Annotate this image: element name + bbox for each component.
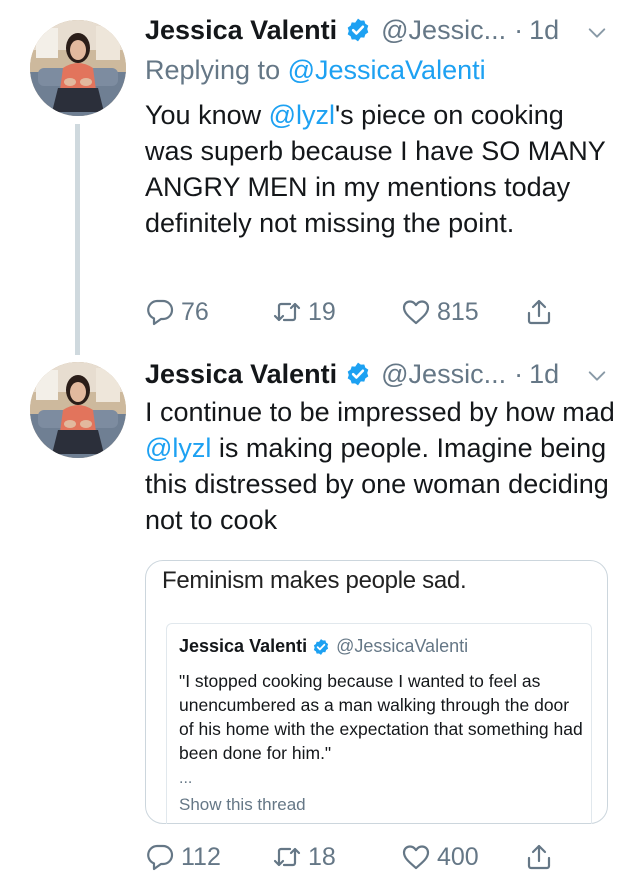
reply-count: 76 (181, 297, 209, 326)
tweet-actions: 76 19 815 (145, 297, 605, 333)
retweet-button[interactable]: 18 (272, 842, 336, 872)
thread-connector-line (75, 124, 80, 355)
retweet-icon (272, 842, 302, 872)
chevron-down-icon[interactable] (586, 22, 608, 44)
show-thread-link: Show this thread (179, 795, 306, 814)
reply-icon (145, 842, 175, 872)
tweet[interactable]: Jessica Valenti @Jessic... · 1d Replying… (0, 0, 640, 355)
tweet-text-part: You know (145, 100, 269, 130)
separator-dot: · (514, 358, 524, 389)
reply-count: 112 (181, 842, 221, 871)
replying-to: Replying to @JessicaValenti (145, 55, 486, 86)
author-name[interactable]: Jessica Valenti (145, 15, 337, 46)
timestamp[interactable]: 1d (529, 359, 559, 390)
share-button[interactable] (524, 842, 560, 872)
author-handle[interactable]: @Jessic... (381, 15, 506, 46)
share-button[interactable] (524, 297, 560, 327)
verified-badge-icon (345, 361, 371, 387)
like-icon (401, 842, 431, 872)
tweet-text: You know @lyzl's piece on cooking was su… (145, 97, 615, 241)
verified-badge-icon (345, 17, 371, 43)
embedded-ellipsis: ... (179, 770, 193, 787)
share-icon (524, 297, 554, 327)
avatar[interactable] (30, 20, 126, 116)
mention-link[interactable]: @lyzl (145, 433, 211, 463)
author-name[interactable]: Jessica Valenti (145, 359, 337, 390)
reply-button[interactable]: 76 (145, 297, 209, 327)
like-count: 815 (437, 297, 479, 326)
separator-dot: · (514, 14, 524, 45)
author-handle[interactable]: @Jessic... (381, 359, 506, 390)
chevron-down-icon[interactable] (586, 365, 608, 387)
tweet-actions: 112 18 400 (145, 842, 605, 878)
like-button[interactable]: 400 (401, 842, 479, 872)
verified-badge-icon (312, 638, 330, 656)
quoted-tweet-text: Feminism makes people sad. (162, 567, 467, 594)
embedded-tweet-header: Jessica Valenti @JessicaValenti (179, 636, 468, 657)
reply-icon (145, 297, 175, 327)
share-icon (524, 842, 554, 872)
embedded-tweet-text: "I stopped cooking because I wanted to f… (179, 671, 583, 763)
mention-link[interactable]: @lyzl (269, 100, 335, 130)
tweet[interactable]: Jessica Valenti @Jessic... · 1d I contin… (0, 355, 640, 889)
tweet-header: Jessica Valenti @Jessic... · 1d (145, 12, 640, 48)
retweet-count: 19 (308, 297, 336, 326)
timestamp[interactable]: 1d (529, 15, 559, 46)
tweet-text-part: I continue to be impressed by how mad (145, 397, 615, 427)
tweet-text: I continue to be impressed by how mad @l… (145, 394, 615, 538)
replying-to-label: Replying to (145, 55, 281, 85)
quoted-tweet-card[interactable]: Feminism makes people sad. Jessica Valen… (145, 560, 608, 824)
tweet-text-part: is making people. Imagine being this dis… (145, 433, 609, 535)
retweet-icon (272, 297, 302, 327)
like-icon (401, 297, 431, 327)
tweet-header: Jessica Valenti @Jessic... · 1d (145, 356, 640, 392)
reply-button[interactable]: 112 (145, 842, 221, 872)
retweet-count: 18 (308, 842, 336, 871)
embedded-tweet-screenshot: Jessica Valenti @JessicaValenti "I stopp… (166, 623, 592, 824)
like-count: 400 (437, 842, 479, 871)
replying-to-handle[interactable]: @JessicaValenti (288, 55, 486, 85)
retweet-button[interactable]: 19 (272, 297, 336, 327)
like-button[interactable]: 815 (401, 297, 479, 327)
embedded-author-handle: @JessicaValenti (336, 636, 469, 656)
avatar[interactable] (30, 362, 126, 458)
embedded-author-name: Jessica Valenti (179, 636, 308, 656)
